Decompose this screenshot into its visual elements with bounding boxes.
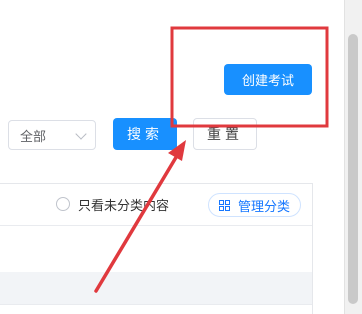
annotation-arrow-line	[94, 152, 180, 293]
annotation-arrow-head	[168, 140, 186, 161]
annotation-overlay	[94, 26, 329, 293]
highlight-box	[170, 26, 329, 128]
